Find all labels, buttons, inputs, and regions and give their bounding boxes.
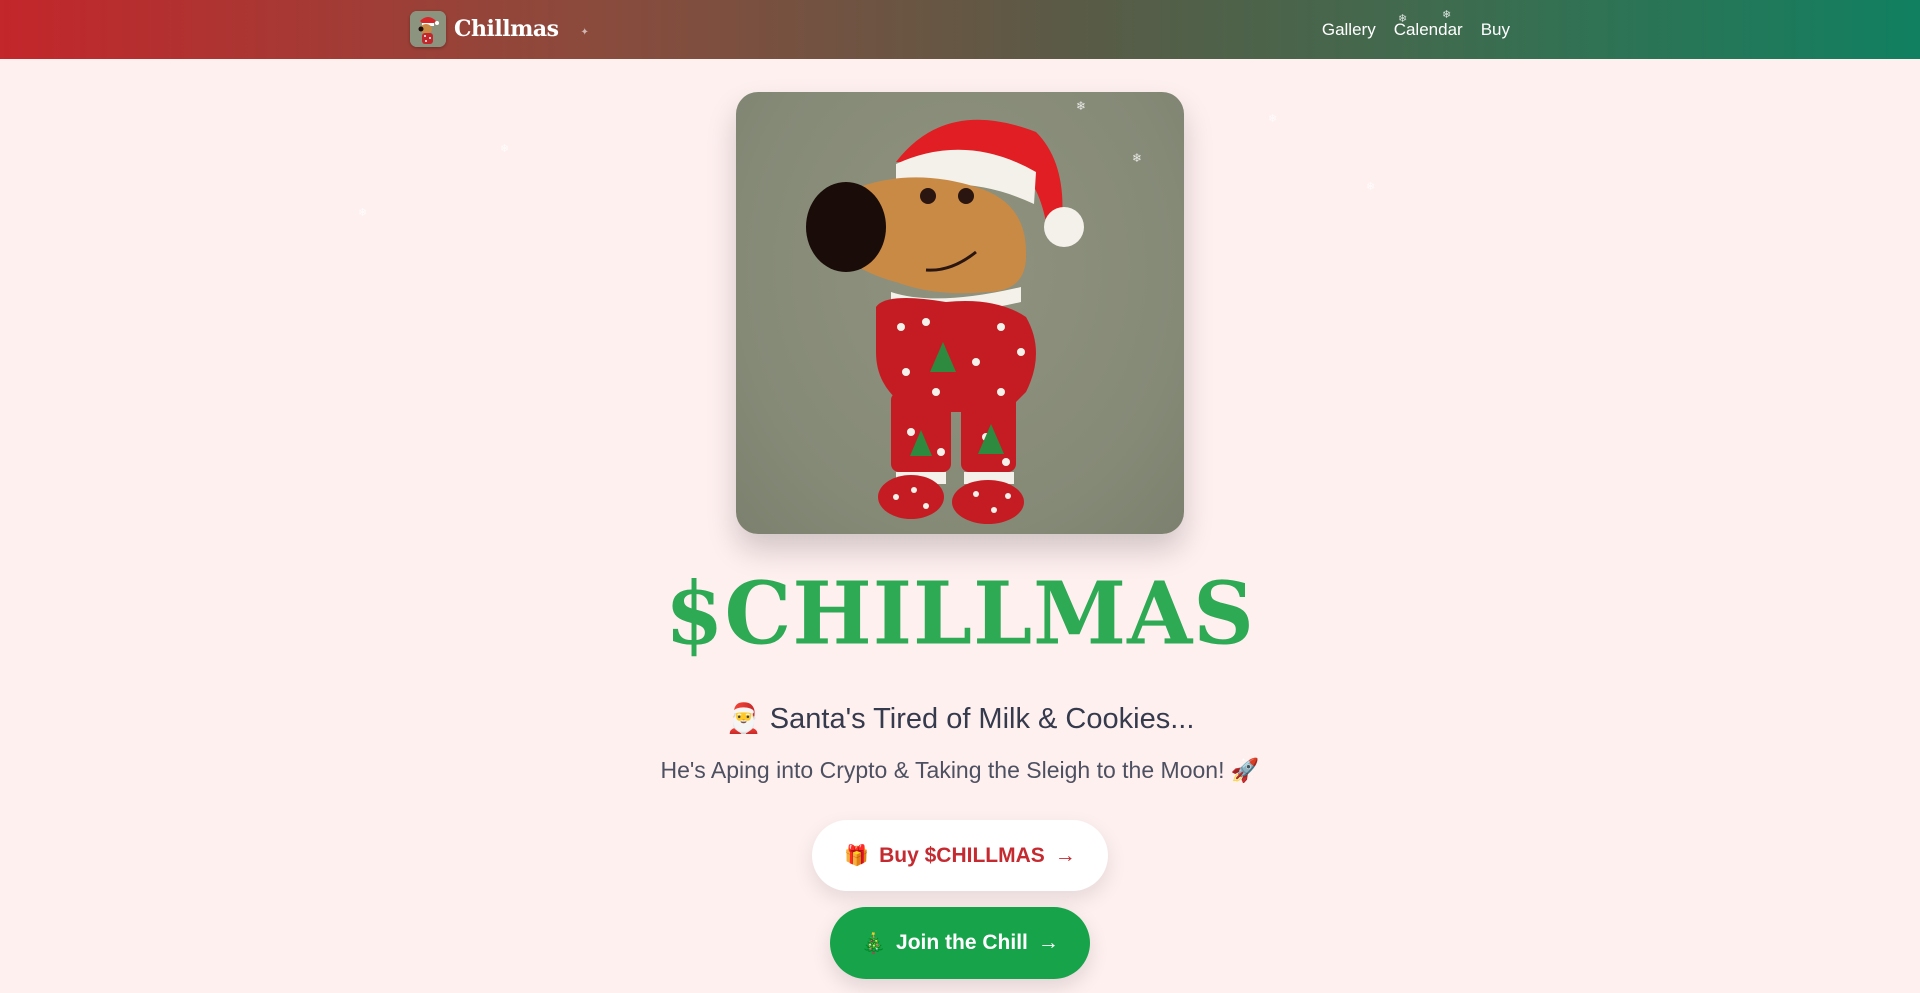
dog-in-santa-pajamas-illustration: ❄ ❄ [806,99,1142,524]
snowflake-icon: ❄ [1398,12,1408,25]
sparkle-icon: ✦ [580,26,589,38]
buy-button-label: Buy $CHILLMAS [879,843,1045,867]
subtitle-text: Santa's Tired of Milk & Cookies... [769,703,1195,735]
brand-name: Chillmas [454,16,559,42]
nav-gallery[interactable]: Gallery [1322,20,1376,40]
santa-icon: 🎅 [725,703,762,735]
dog-logo-icon [410,11,446,47]
buy-chillmas-button[interactable]: 🎁 Buy $CHILLMAS → [812,820,1108,891]
hero-subtitle: 🎅 Santa's Tired of Milk & Cookies... [0,702,1920,736]
arrow-right-icon: → [1037,931,1059,954]
snowflake-icon: ❄ [500,142,510,155]
arrow-right-icon: → [1054,843,1076,867]
hero-image: ❄ ❄ [736,92,1184,534]
main-nav: Gallery Calendar Buy [1322,0,1510,59]
tree-icon: 🎄 [861,932,887,955]
snowflake-icon: ❄ [1366,180,1376,193]
gift-icon: 🎁 [844,845,870,867]
snowflake-icon: ❄ [1442,8,1452,21]
rocket-icon: 🚀 [1230,757,1260,783]
svg-text:❄: ❄ [1076,99,1086,113]
brand[interactable]: Chillmas ✦ [410,11,589,47]
join-button-label: Join the Chill [896,931,1028,954]
hero-tagline: He's Aping into Crypto & Taking the Slei… [0,757,1920,784]
brand-logo [410,11,446,47]
nav-buy[interactable]: Buy [1481,20,1510,40]
snowflake-icon: ❄ [358,206,368,219]
snowflake-icon: ❄ [1268,112,1278,125]
svg-text:❄: ❄ [1132,151,1142,165]
join-the-chill-button[interactable]: 🎄 Join the Chill → [830,907,1090,979]
top-navbar: Chillmas ✦ Gallery Calendar Buy [0,0,1920,59]
page-title: $CHILLMAS [665,563,1255,664]
tagline-text: He's Aping into Crypto & Taking the Slei… [660,757,1225,783]
